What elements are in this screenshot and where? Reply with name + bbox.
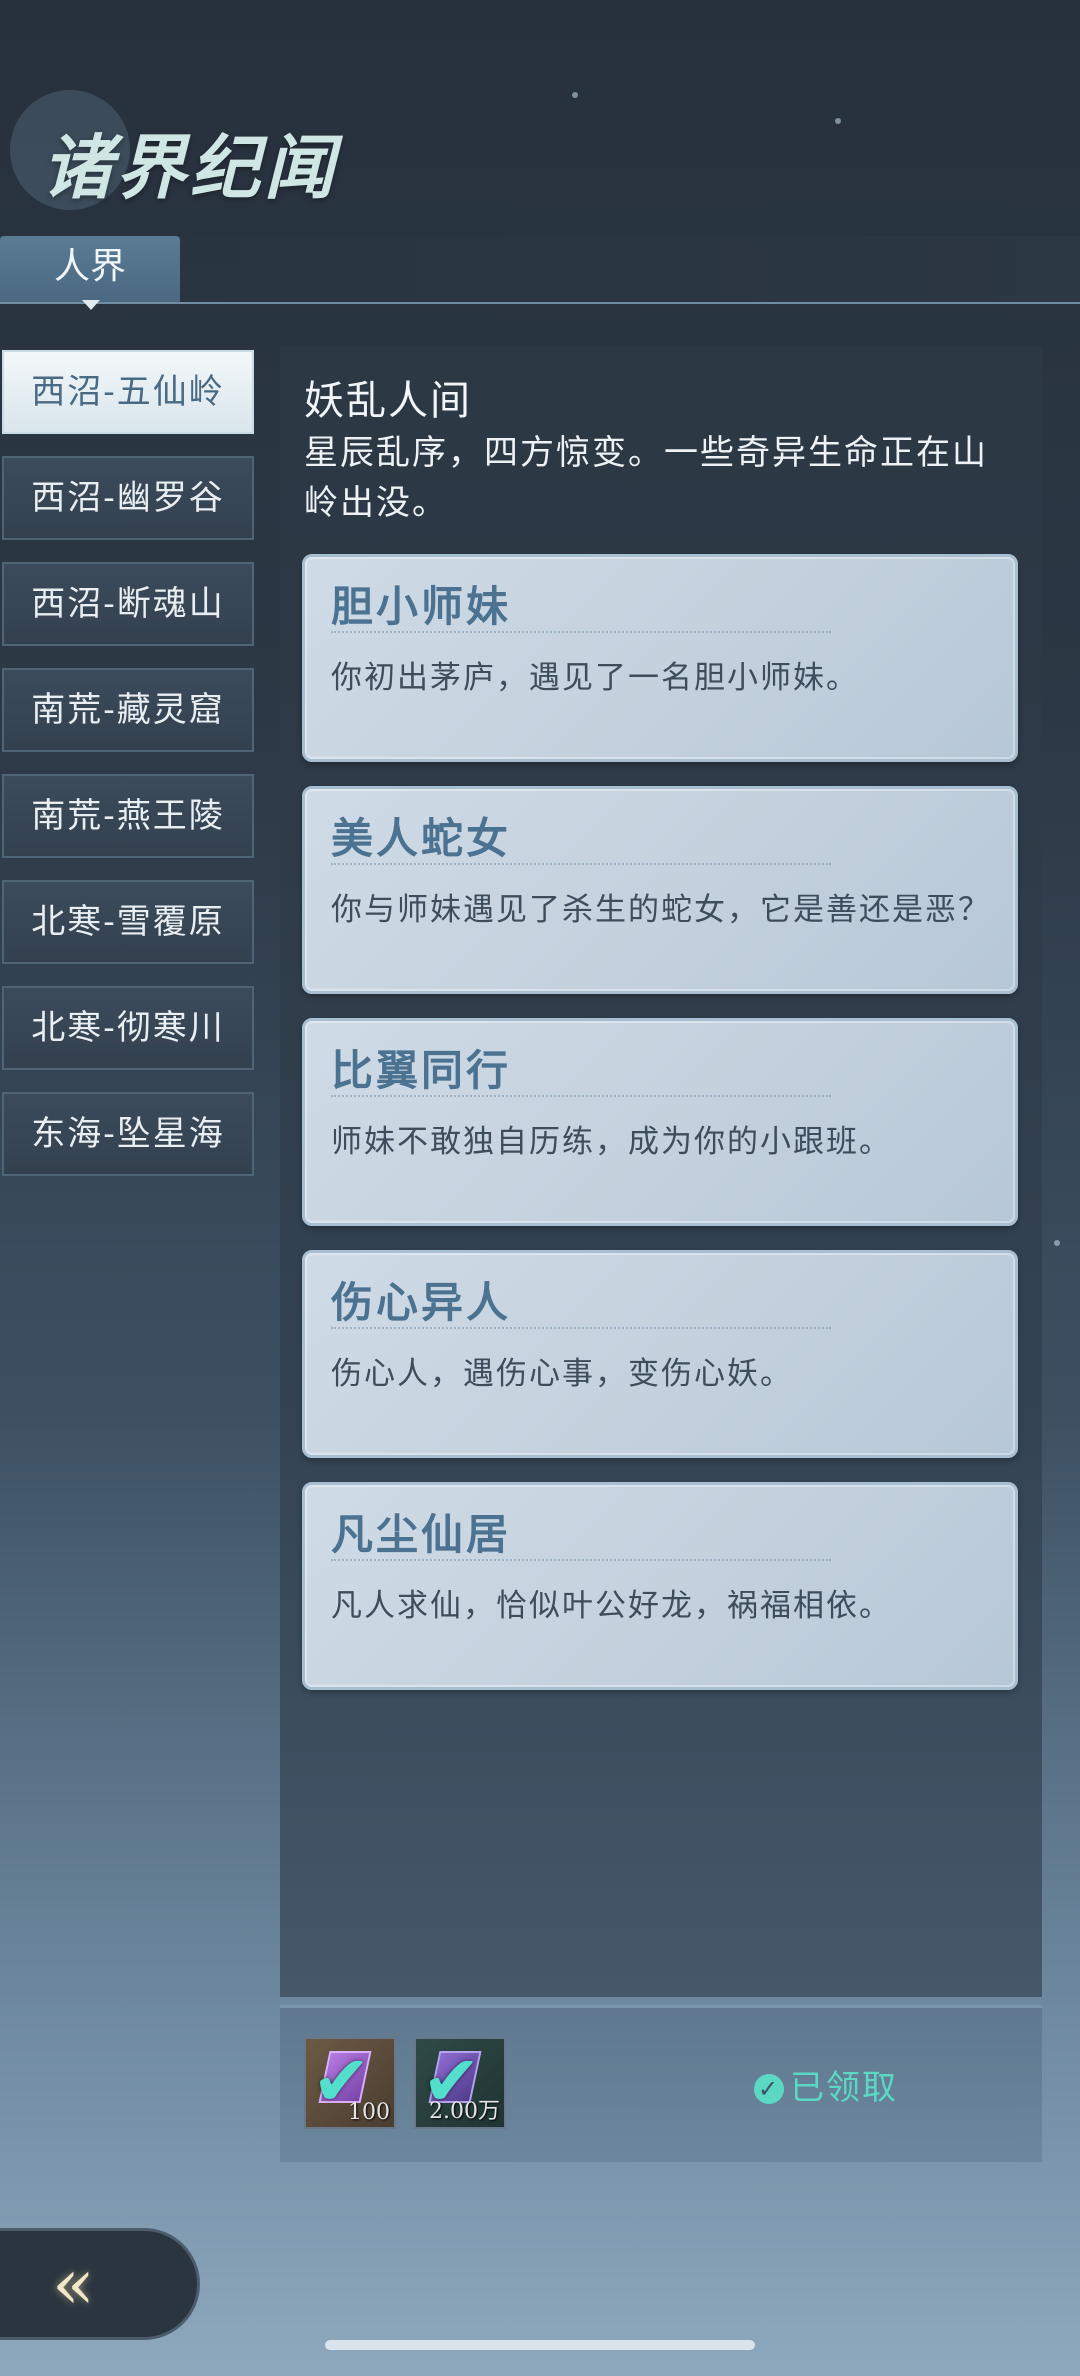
story-card[interactable]: 美人蛇女 你与师妹遇见了杀生的蛇女，它是善还是恶？ (302, 786, 1018, 994)
star-decoration (1054, 1240, 1060, 1246)
reward-count: 2.00万 (429, 2099, 500, 2124)
card-description: 凡人求仙，恰似叶公好龙，祸福相依。 (331, 1588, 892, 1624)
claimed-status: ✓ 已领取 (754, 2060, 898, 2109)
reward-item-crystal[interactable]: ✔ 100 (304, 2037, 396, 2129)
section-description: 星辰乱序，四方惊变。一些奇异生命正在山岭出没。 (304, 433, 988, 523)
claimed-label: 已领取 (790, 2068, 898, 2108)
sidebar-item-zhuixinghai[interactable]: 东海-坠星海 (2, 1092, 254, 1176)
sidebar-item-yanwangling[interactable]: 南荒-燕王陵 (2, 774, 254, 858)
star-decoration (572, 92, 578, 98)
divider (331, 863, 831, 865)
divider (331, 1559, 831, 1561)
sidebar-item-canglingku[interactable]: 南荒-藏灵窟 (2, 668, 254, 752)
star-decoration (835, 118, 841, 124)
tab-human-realm[interactable]: 人界 (0, 236, 180, 302)
divider (331, 1095, 831, 1097)
story-card[interactable]: 凡尘仙居 凡人求仙，恰似叶公好龙，祸福相依。 (302, 1482, 1018, 1690)
story-card[interactable]: 比翼同行 师妹不敢独自历练，成为你的小跟班。 (302, 1018, 1018, 1226)
reward-item-spirit-stone[interactable]: ✔ 2.00万 (414, 2037, 506, 2129)
card-title: 凡尘仙居 (331, 1510, 512, 1559)
section-title: 妖乱人间 (304, 378, 472, 424)
story-card[interactable]: 胆小师妹 你初出茅庐，遇见了一名胆小师妹。 (302, 554, 1018, 762)
sidebar-item-duanhunshan[interactable]: 西沼-断魂山 (2, 562, 254, 646)
home-indicator[interactable] (325, 2340, 755, 2350)
card-description: 你初出茅庐，遇见了一名胆小师妹。 (331, 660, 859, 696)
back-arrow-icon: « (52, 2243, 95, 2325)
sidebar-item-youluogu[interactable]: 西沼-幽罗谷 (2, 456, 254, 540)
sidebar-item-xuefuyuan[interactable]: 北寒-雪覆原 (2, 880, 254, 964)
card-title: 比翼同行 (331, 1046, 512, 1095)
sidebar-item-chehanchuan[interactable]: 北寒-彻寒川 (2, 986, 254, 1070)
reward-count: 100 (348, 2100, 390, 2125)
card-title: 胆小师妹 (331, 582, 512, 631)
divider (331, 631, 831, 633)
card-description: 你与师妹遇见了杀生的蛇女，它是善还是恶？ (331, 892, 991, 928)
divider (331, 1327, 831, 1329)
sidebar-item-wuxianling[interactable]: 西沼-五仙岭 (2, 350, 254, 434)
card-title: 伤心异人 (331, 1278, 512, 1327)
check-circle-icon: ✓ (754, 2074, 784, 2104)
tab-pointer-icon (82, 300, 100, 310)
card-title: 美人蛇女 (331, 814, 512, 863)
card-description: 师妹不敢独自历练，成为你的小跟班。 (331, 1124, 892, 1160)
story-card[interactable]: 伤心异人 伤心人，遇伤心事，变伤心妖。 (302, 1250, 1018, 1458)
card-description: 伤心人，遇伤心事，变伤心妖。 (331, 1356, 793, 1392)
page-title: 诸界纪闻 (42, 126, 338, 209)
back-button[interactable]: « (0, 2228, 200, 2340)
